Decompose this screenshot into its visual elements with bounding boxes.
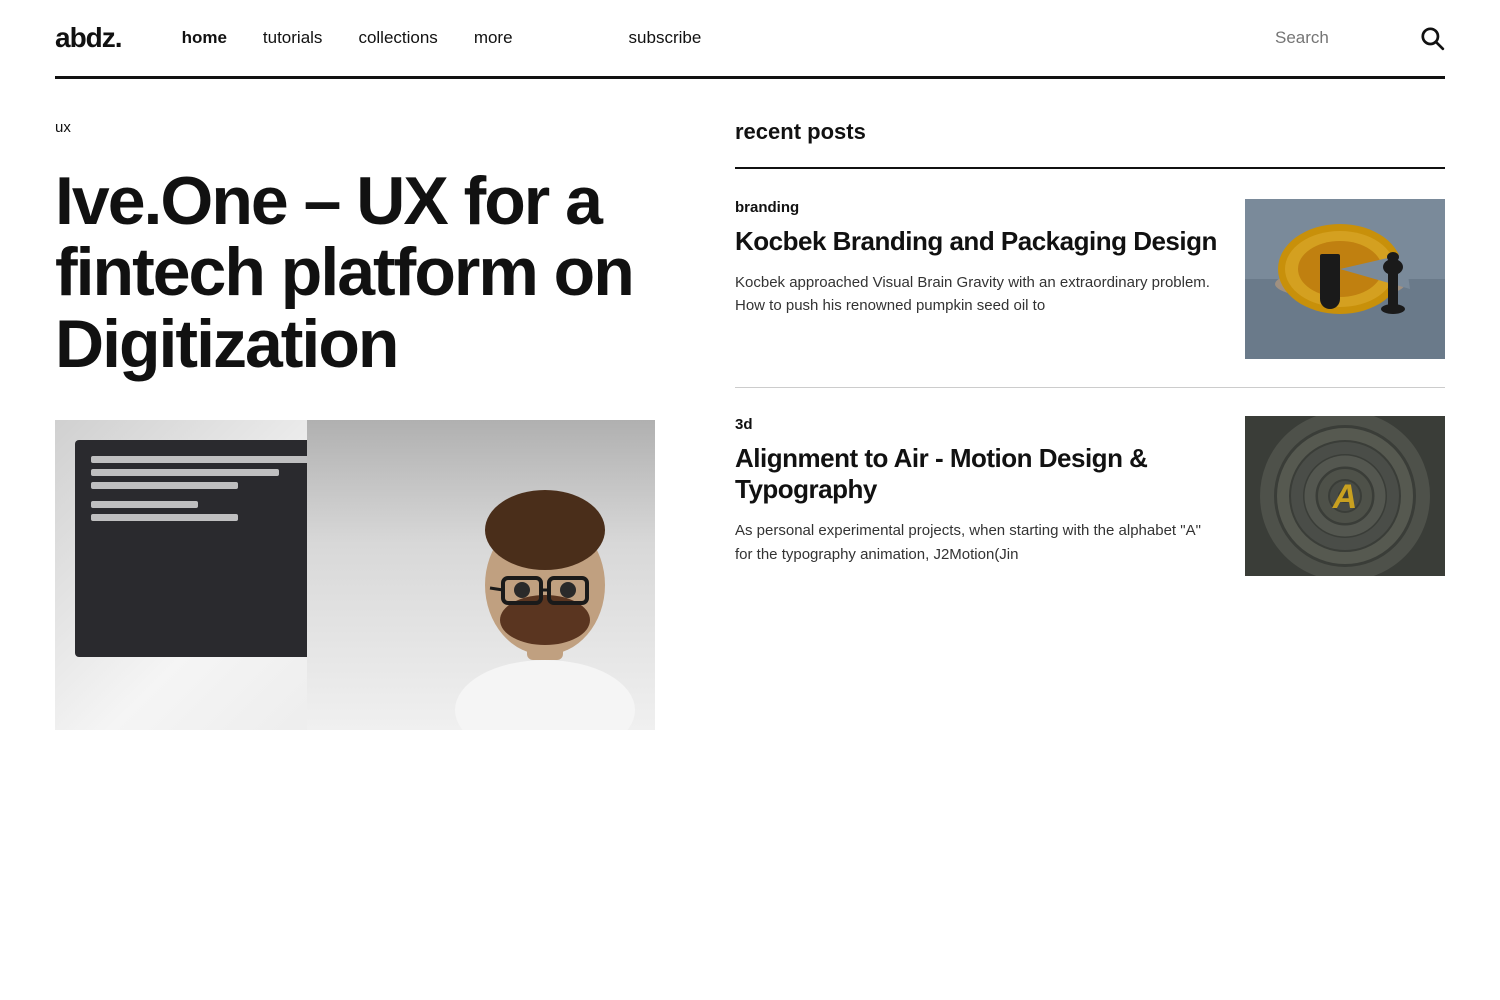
branding-thumbnail-svg xyxy=(1245,199,1445,359)
featured-image[interactable] xyxy=(55,420,655,730)
post-2-category: 3d xyxy=(735,416,1217,433)
nav-home[interactable]: home xyxy=(182,28,227,48)
screen-line-5 xyxy=(91,514,238,521)
nav-tutorials[interactable]: tutorials xyxy=(263,28,323,48)
person-svg xyxy=(435,420,655,730)
svg-text:A: A xyxy=(1332,478,1358,516)
right-column: recent posts branding Kocbek Branding an… xyxy=(715,119,1445,730)
section-tag: ux xyxy=(55,119,655,136)
post-2-image: A xyxy=(1245,416,1445,576)
main-layout: ux Ive.One – UX for a fintech platform o… xyxy=(0,119,1500,730)
screen-line-2 xyxy=(91,469,279,476)
post-card-2-content: 3d Alignment to Air - Motion Design & Ty… xyxy=(735,416,1245,566)
screen-line-3 xyxy=(91,482,238,489)
post-card-2[interactable]: 3d Alignment to Air - Motion Design & Ty… xyxy=(735,416,1445,576)
featured-image-inner xyxy=(55,420,655,730)
post-divider xyxy=(735,387,1445,388)
recent-posts-divider xyxy=(735,167,1445,169)
post-1-thumbnail[interactable] xyxy=(1245,199,1445,359)
nav-subscribe[interactable]: subscribe xyxy=(629,28,702,48)
post-card-1-content: branding Kocbek Branding and Packaging D… xyxy=(735,199,1245,318)
post-1-title[interactable]: Kocbek Branding and Packaging Design xyxy=(735,226,1217,257)
post-1-image xyxy=(1245,199,1445,359)
post-1-category: branding xyxy=(735,199,1217,216)
main-nav: home tutorials collections more subscrib… xyxy=(182,28,1275,48)
recent-posts-heading: recent posts xyxy=(735,119,1445,145)
post-1-excerpt: Kocbek approached Visual Brain Gravity w… xyxy=(735,271,1217,318)
screen-line-4 xyxy=(91,501,198,508)
site-logo[interactable]: abdz. xyxy=(55,22,122,54)
nav-collections[interactable]: collections xyxy=(358,28,437,48)
post-2-excerpt: As personal experimental projects, when … xyxy=(735,519,1217,566)
header-divider xyxy=(55,76,1445,79)
3d-thumbnail-svg: A xyxy=(1245,416,1445,576)
search-button[interactable] xyxy=(1419,25,1445,51)
search-input[interactable] xyxy=(1275,28,1405,48)
person-illustration xyxy=(307,420,655,730)
site-header: abdz. home tutorials collections more su… xyxy=(0,0,1500,76)
left-column: ux Ive.One – UX for a fintech platform o… xyxy=(55,119,715,730)
search-area xyxy=(1275,25,1445,51)
nav-more[interactable]: more xyxy=(474,28,513,48)
post-2-thumbnail[interactable]: A xyxy=(1245,416,1445,576)
search-icon xyxy=(1419,25,1445,51)
main-article-title[interactable]: Ive.One – UX for a fintech platform on D… xyxy=(55,166,655,380)
post-card-1[interactable]: branding Kocbek Branding and Packaging D… xyxy=(735,199,1445,359)
post-2-title[interactable]: Alignment to Air - Motion Design & Typog… xyxy=(735,443,1217,505)
